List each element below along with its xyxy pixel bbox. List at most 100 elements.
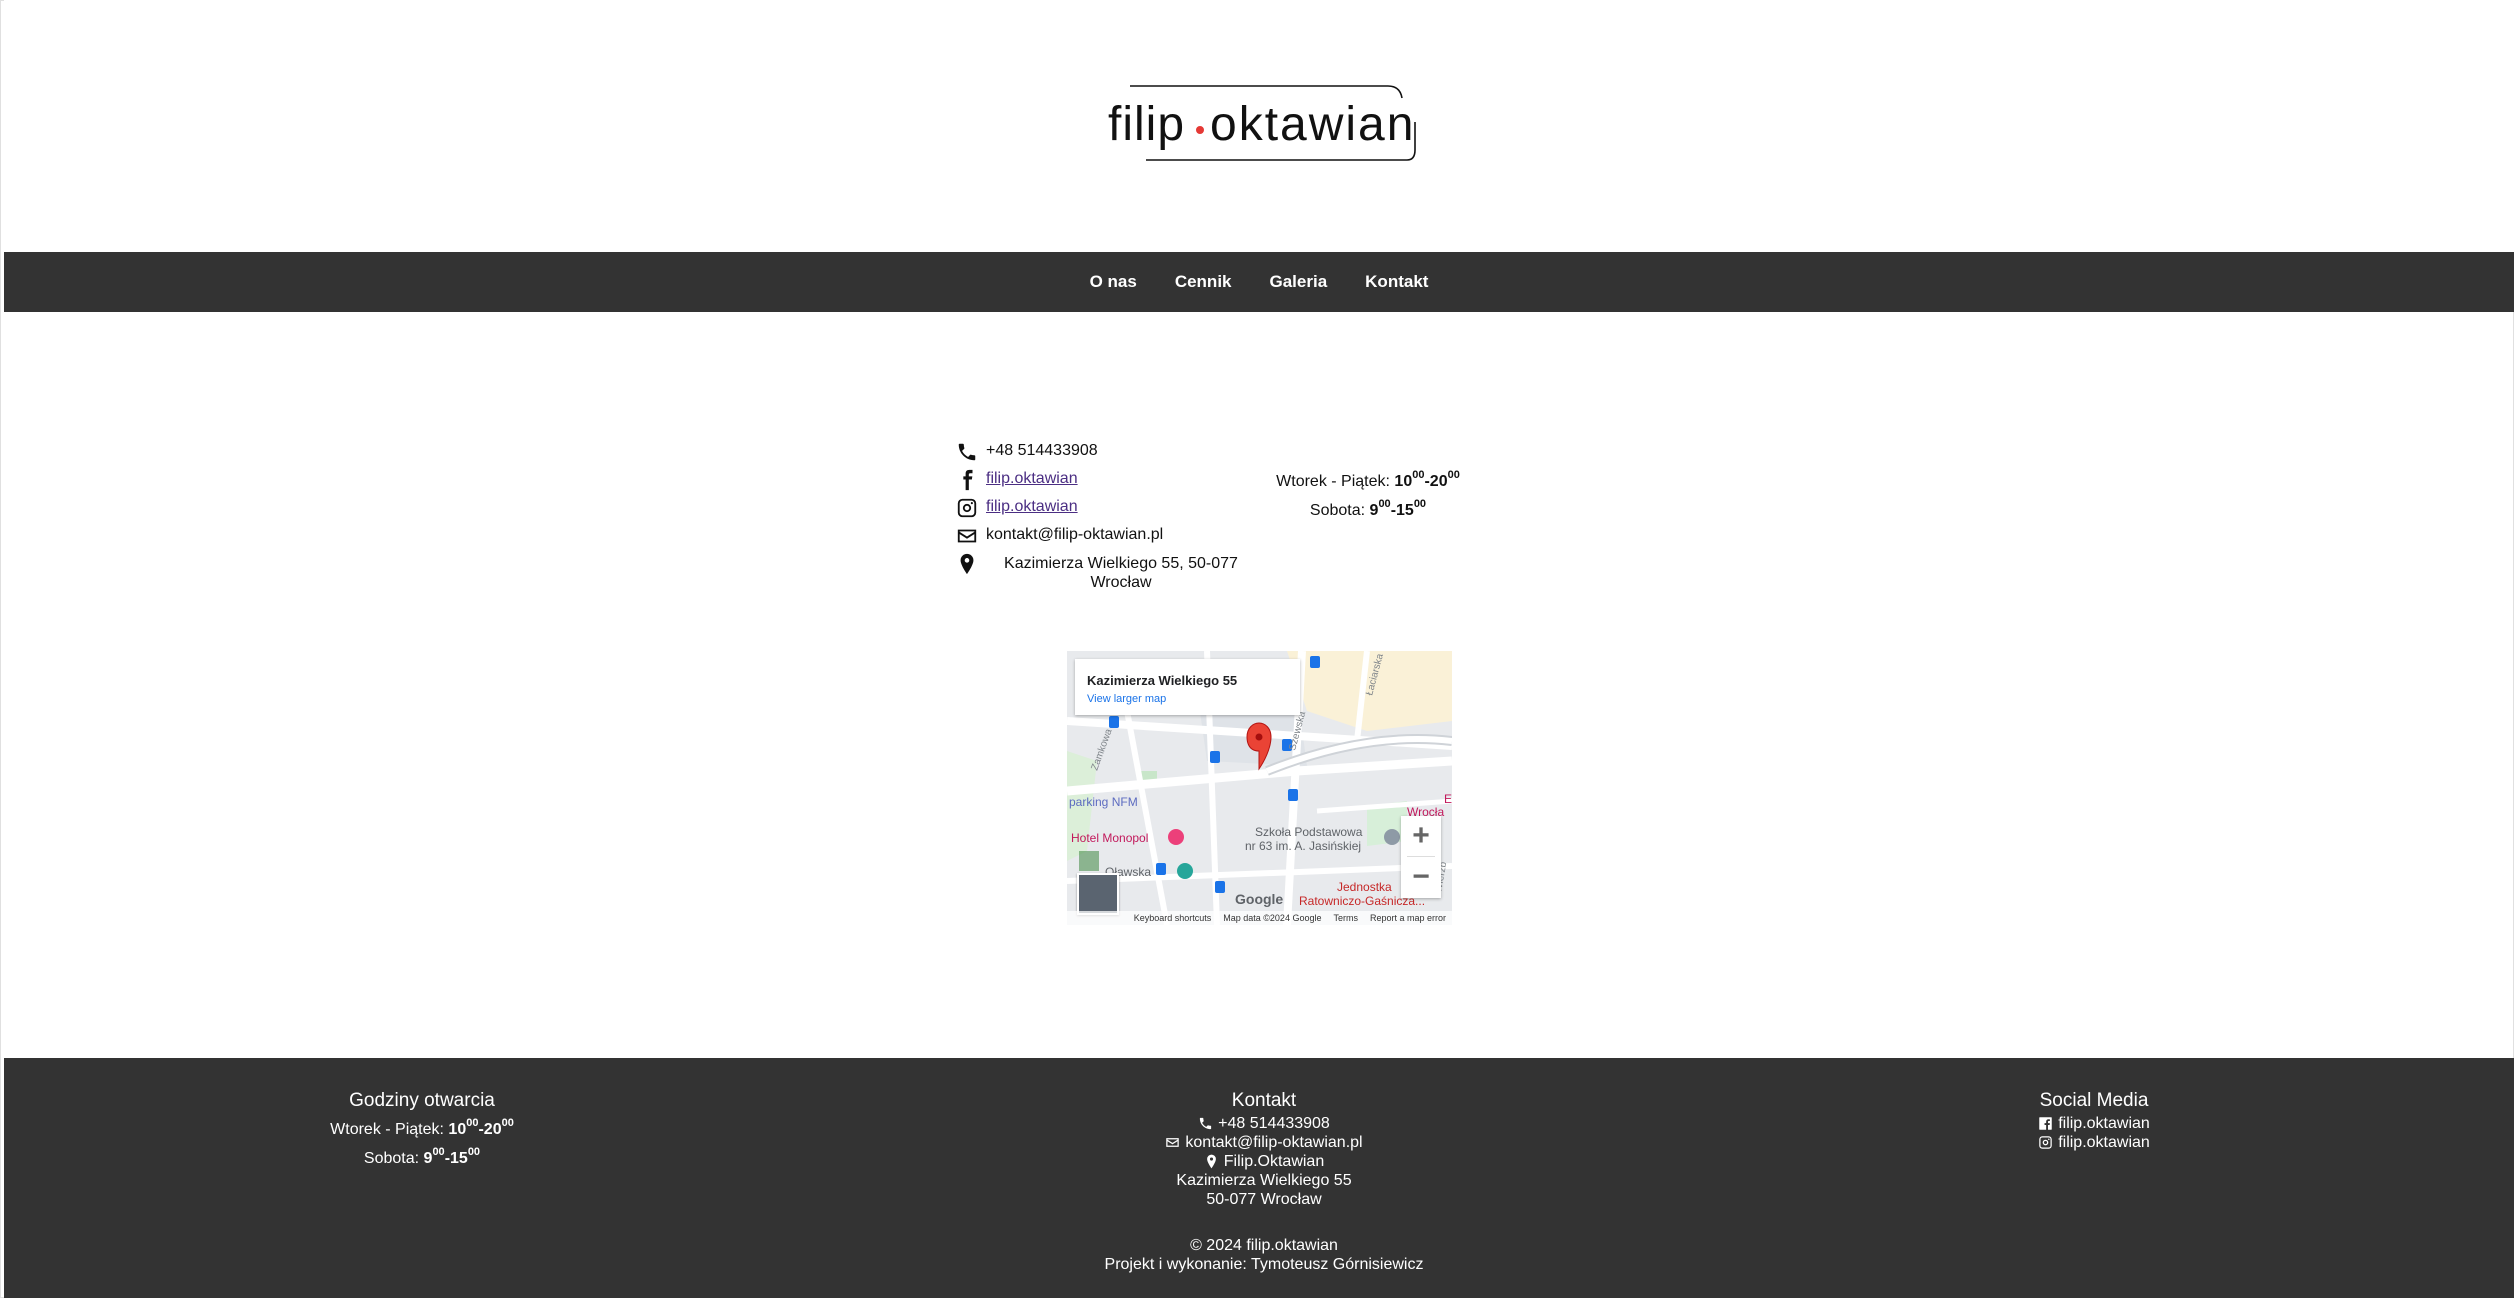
- main-navigation: O nas Cennik Galeria Kontakt: [4, 252, 2514, 312]
- site-header: filip oktawian: [4, 0, 2514, 252]
- phone-icon: [1200, 1117, 1212, 1130]
- hours-weekday-close: 20: [1429, 473, 1448, 490]
- map-label-fire-1: Jednostka: [1337, 880, 1392, 894]
- contact-address-row: Kazimierza Wielkiego 55, 50-077 Wrocław: [956, 552, 1256, 596]
- footer-facebook-link[interactable]: filip.oktawian: [2058, 1114, 2150, 1133]
- map-place-title: Kazimierza Wielkiego 55: [1087, 673, 1238, 688]
- footer-social-heading: Social Media: [2039, 1090, 2149, 1111]
- footer-email-row: kontakt@filip-oktawian.pl: [1104, 1133, 1424, 1152]
- view-larger-map-link[interactable]: View larger map: [1087, 693, 1166, 705]
- zoom-out-button[interactable]: −: [1401, 857, 1441, 897]
- footer-author-credit: Projekt i wykonanie: Tymoteusz Górnisiew…: [1104, 1256, 1424, 1273]
- logo-text-right: oktawian: [1210, 98, 1415, 151]
- envelope-icon: [1166, 1138, 1180, 1147]
- map-layer-toggle[interactable]: [1077, 873, 1119, 915]
- hours-weekday-open-min: 00: [1412, 469, 1425, 481]
- footer-weekday-close-min: 00: [501, 1117, 514, 1129]
- footer-weekday-open-min: 00: [466, 1117, 479, 1129]
- contact-instagram-row: filip.oktawian: [956, 496, 1256, 524]
- footer-phone[interactable]: +48 514433908: [1218, 1114, 1330, 1133]
- hours-saturday-close-min: 00: [1413, 498, 1427, 510]
- google-logo: Google: [1235, 891, 1284, 907]
- map-label-school-1: Szkoła Podstawowa: [1255, 825, 1363, 839]
- hours-saturday-label: Sobota:: [1309, 502, 1366, 519]
- nav-item-galeria[interactable]: Galeria: [1251, 272, 1347, 292]
- footer-hours-saturday: Sobota: 900-1500: [363, 1146, 481, 1167]
- logo-mark: filip oktawian: [1108, 85, 1416, 161]
- instagram-icon: [2039, 1136, 2052, 1149]
- contact-instagram-link[interactable]: filip.oktawian: [986, 496, 1078, 518]
- footer-street: Kazimierza Wielkiego 55: [1176, 1172, 1352, 1189]
- contact-facebook-link[interactable]: filip.oktawian: [986, 468, 1078, 490]
- site-footer: Godziny otwarcia Wtorek - Piątek: 1000-2…: [4, 1058, 2514, 1298]
- map-place-card: Kazimierza Wielkiego 55 View larger map: [1075, 659, 1300, 715]
- music-marker: [1177, 863, 1193, 879]
- footer-credits: © 2024 filip.oktawian Projekt i wykonani…: [1004, 1236, 1524, 1274]
- hotel-marker: [1168, 829, 1184, 845]
- footer-instagram-link[interactable]: filip.oktawian: [2058, 1133, 2150, 1152]
- contact-phone-row: +48 514433908: [956, 440, 1256, 468]
- hours-saturday-close: 15: [1396, 502, 1414, 519]
- footer-name-row: Filip.Oktawian: [1104, 1152, 1424, 1171]
- footer-weekday-open: 10: [448, 1121, 467, 1138]
- contact-list: +48 514433908 filip.oktawian filip.oktaw…: [956, 440, 1256, 596]
- contact-email: kontakt@filip-oktawian.pl: [986, 526, 1164, 543]
- terms-link[interactable]: Terms: [1333, 913, 1358, 923]
- map-label-school-2: nr 63 im. A. Jasińskiej: [1245, 839, 1361, 853]
- nav-item-o-nas[interactable]: O nas: [1071, 272, 1156, 292]
- logo-dot: [1196, 126, 1204, 134]
- map-attribution-bar: Keyboard shortcuts Map data ©2024 Google…: [1067, 911, 1452, 925]
- zoom-in-button[interactable]: +: [1401, 816, 1441, 856]
- footer-business-name: Filip.Oktawian: [1223, 1153, 1325, 1170]
- report-map-error-link[interactable]: Report a map error: [1370, 913, 1446, 923]
- footer-instagram-row[interactable]: filip.oktawian: [1994, 1133, 2194, 1152]
- footer-phone-row: +48 514433908: [1104, 1114, 1424, 1133]
- footer-weekday-close: 20: [483, 1121, 502, 1138]
- keyboard-shortcuts-link[interactable]: Keyboard shortcuts: [1134, 913, 1212, 923]
- hours-saturday: Sobota: 900-1500: [1309, 498, 1427, 519]
- map-data-credit: Map data ©2024 Google: [1223, 913, 1322, 923]
- footer-saturday-close-min: 00: [467, 1146, 481, 1158]
- footer-contact: Kontakt +48 514433908 kontakt@filip-okta…: [1104, 1090, 1424, 1209]
- footer-hours-saturday-label: Sobota:: [363, 1150, 420, 1167]
- footer-email[interactable]: kontakt@filip-oktawian.pl: [1185, 1133, 1362, 1152]
- facebook-square-icon: [2039, 1117, 2052, 1130]
- hours-saturday-open-min: 00: [1378, 498, 1391, 510]
- footer-contact-heading: Kontakt: [1231, 1090, 1297, 1111]
- envelope-icon: [956, 524, 986, 548]
- footer-hours: Godziny otwarcia Wtorek - Piątek: 1000-2…: [302, 1090, 542, 1168]
- contact-facebook-row: filip.oktawian: [956, 468, 1256, 496]
- contact-email-row: kontakt@filip-oktawian.pl: [956, 524, 1256, 552]
- footer-saturday-close: 15: [450, 1150, 468, 1167]
- footer-saturday-open-min: 00: [432, 1146, 445, 1158]
- footer-facebook-row[interactable]: filip.oktawian: [1994, 1114, 2194, 1133]
- map-zoom-control: + −: [1401, 816, 1441, 898]
- nav-item-cennik[interactable]: Cennik: [1156, 272, 1251, 292]
- logo-text-left: filip: [1108, 98, 1185, 151]
- contact-address: Kazimierza Wielkiego 55, 50-077 Wrocław: [1004, 555, 1238, 591]
- hours-weekday: Wtorek - Piątek: 1000-2000: [1276, 469, 1460, 490]
- instagram-icon: [956, 496, 986, 520]
- hours-weekday-open: 10: [1394, 473, 1413, 490]
- school-marker: [1384, 829, 1400, 845]
- logo[interactable]: filip oktawian: [1102, 78, 1424, 170]
- facebook-icon: [956, 468, 986, 492]
- map-label-parking: parking NFM: [1069, 795, 1138, 809]
- map-pin-icon: [956, 552, 986, 576]
- footer-hours-weekday: Wtorek - Piątek: 1000-2000: [330, 1117, 514, 1138]
- hours-weekday-label: Wtorek - Piątek:: [1276, 473, 1390, 490]
- footer-hours-heading: Godziny otwarcia: [349, 1090, 495, 1111]
- hours-weekday-close-min: 00: [1447, 469, 1460, 481]
- contact-phone: +48 514433908: [986, 442, 1098, 459]
- map-pin-icon: [1206, 1154, 1216, 1169]
- footer-hours-weekday-label: Wtorek - Piątek:: [330, 1121, 444, 1138]
- phone-icon: [956, 440, 986, 464]
- footer-copyright: © 2024 filip.oktawian: [1190, 1237, 1338, 1254]
- footer-city: 50-077 Wrocław: [1206, 1191, 1322, 1208]
- nav-item-kontakt[interactable]: Kontakt: [1346, 272, 1447, 292]
- footer-social: Social Media filip.oktawian filip.oktawi…: [1994, 1090, 2194, 1152]
- map-label-place-2: E: [1444, 792, 1452, 806]
- embedded-map[interactable]: parking NFM Hotel Monopol Szkoła Podstaw…: [1067, 651, 1452, 925]
- map-label-hotel: Hotel Monopol: [1071, 831, 1148, 845]
- opening-hours: Wtorek - Piątek: 1000-2000 Sobota: 900-1…: [1248, 464, 1488, 522]
